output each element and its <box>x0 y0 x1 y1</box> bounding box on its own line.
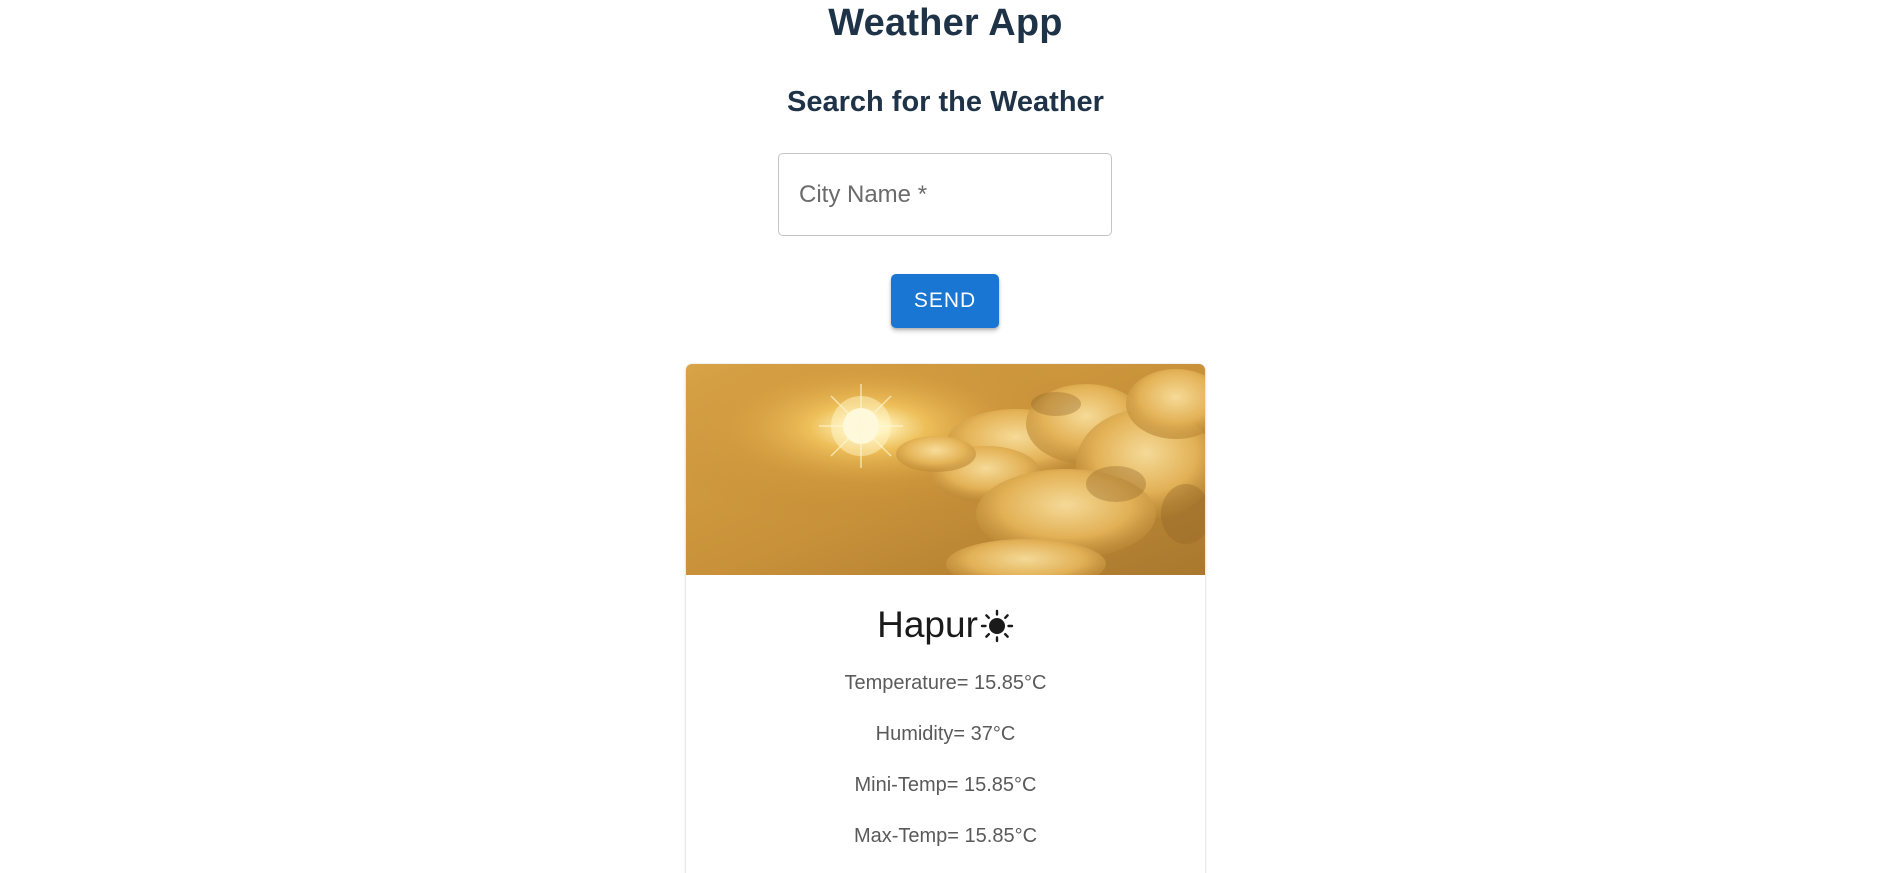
weather-card: Hapur Temperature= 15.85°C Humidity= 37° <box>686 364 1205 873</box>
city-name-field[interactable] <box>778 153 1112 236</box>
city-name-row: Hapur <box>686 598 1205 658</box>
weather-card-image <box>686 364 1205 575</box>
city-name-input[interactable] <box>779 154 1111 235</box>
city-name: Hapur <box>877 604 978 645</box>
temperature-text: Temperature= 15.85°C <box>844 672 1047 694</box>
min-temp-text: Mini-Temp= 15.85°C <box>854 774 1037 796</box>
sun-icon <box>980 604 1014 658</box>
humidity-text: Humidity= 37°C <box>875 723 1016 745</box>
app-title: Weather App <box>828 2 1063 44</box>
send-button[interactable]: SEND <box>891 274 999 328</box>
page: Weather App Search for the Weather SEND <box>0 0 1891 873</box>
search-heading: Search for the Weather <box>787 86 1104 118</box>
max-temp-text: Max-Temp= 15.85°C <box>853 825 1038 847</box>
